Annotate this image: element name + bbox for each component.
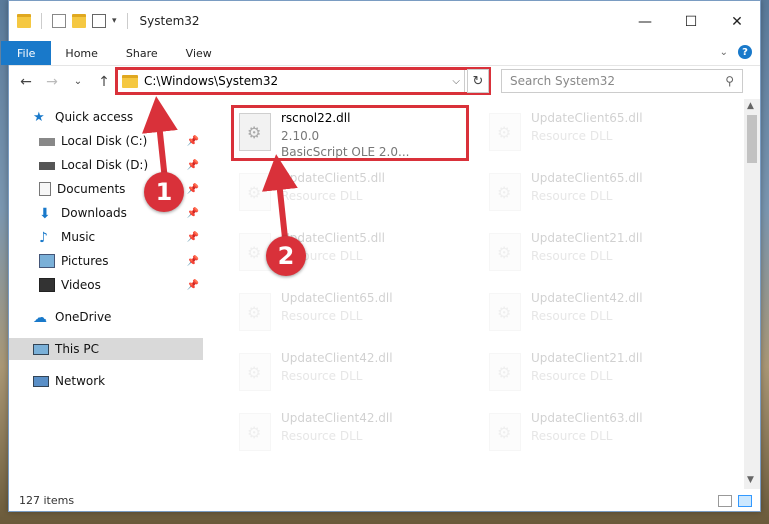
step-marker-1: 1 (144, 172, 184, 212)
arrow-to-address (141, 96, 178, 181)
annotation-arrows (141, 96, 298, 239)
step-marker-2: 2 (266, 236, 306, 276)
arrow-to-file (261, 154, 298, 239)
